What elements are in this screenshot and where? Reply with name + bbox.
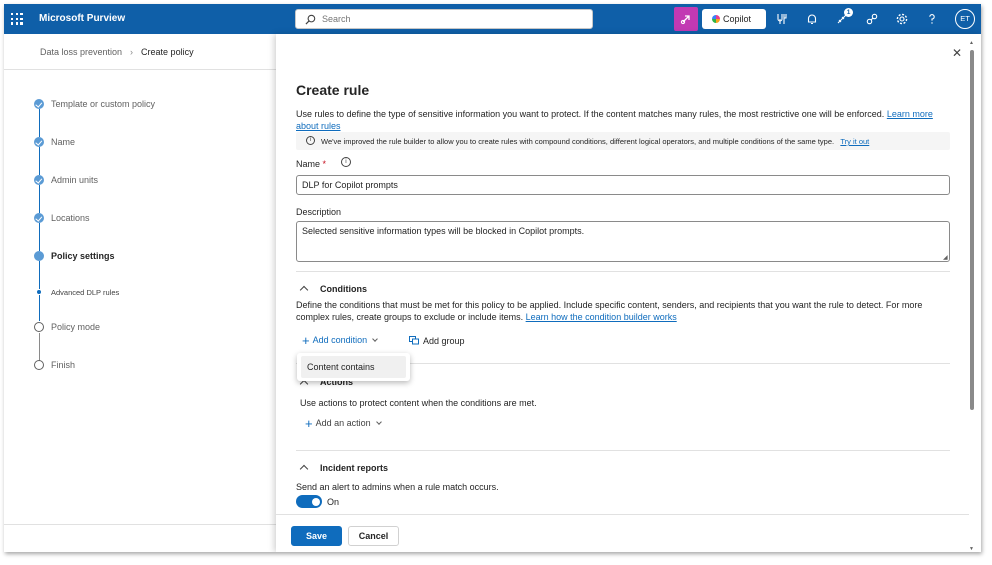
divider [4, 524, 276, 525]
add-condition-menu: Content contains [297, 353, 410, 381]
cancel-button[interactable]: Cancel [348, 526, 399, 546]
divider [296, 450, 950, 451]
info-message: We've improved the rule builder to allow… [321, 137, 869, 146]
add-action-button[interactable]: + Add an action [305, 416, 382, 431]
breadcrumb: Data loss prevention › Create policy [40, 47, 194, 57]
top-bar: Microsoft Purview Copilot 1 ET [4, 4, 981, 34]
learning-icon[interactable] [775, 12, 789, 26]
step-finish: Finish [51, 360, 76, 370]
info-banner: i We've improved the rule builder to all… [296, 132, 950, 150]
copilot-activity-button[interactable] [674, 7, 698, 31]
conditions-description: Define the conditions that must be met f… [296, 300, 946, 323]
step-locations[interactable]: Locations [51, 213, 90, 223]
info-message-text: We've improved the rule builder to allow… [321, 137, 835, 146]
app-window: Microsoft Purview Copilot 1 ET Data loss… [4, 4, 981, 552]
app-name[interactable]: Microsoft Purview [39, 13, 125, 24]
chevron-down-icon [372, 336, 378, 342]
step-policy-settings[interactable]: Policy settings [51, 251, 115, 261]
sparkle-icon [680, 15, 690, 25]
resize-handle-icon[interactable]: ◢ [943, 254, 948, 261]
search-icon [305, 14, 316, 25]
step-connector [38, 223, 40, 251]
step-admin-units[interactable]: Admin units [51, 175, 98, 185]
step-connector [38, 109, 40, 137]
help-icon[interactable] [925, 12, 939, 26]
substep-dot-icon [37, 290, 41, 294]
substep-advanced-dlp-rules[interactable]: Advanced DLP rules [51, 288, 119, 297]
chevron-up-icon[interactable] [299, 464, 309, 474]
chevron-up-icon[interactable] [299, 285, 309, 295]
divider [276, 514, 969, 515]
breadcrumb-parent[interactable]: Data loss prevention [40, 47, 122, 57]
bell-icon[interactable] [805, 12, 819, 26]
alert-toggle[interactable] [296, 495, 322, 508]
create-rule-panel: ✕ ▲ ▼ Create rule Use rules to define th… [276, 34, 981, 552]
breadcrumb-current: Create policy [141, 47, 194, 57]
close-icon[interactable]: ✕ [952, 46, 962, 60]
scroll-up-icon[interactable]: ▲ [969, 40, 974, 46]
copilot-button[interactable]: Copilot [702, 9, 766, 29]
search-box[interactable] [295, 9, 593, 29]
step-current-icon [34, 251, 44, 261]
add-condition-label: Add condition [312, 335, 368, 345]
step-pending-icon [34, 360, 44, 370]
group-icon [409, 336, 419, 345]
save-button[interactable]: Save [291, 526, 342, 546]
scroll-down-icon[interactable]: ▼ [969, 546, 974, 552]
step-policy-mode: Policy mode [51, 322, 101, 332]
scrollbar-thumb[interactable] [970, 50, 974, 410]
intro-description: Use rules to define the type of sensitiv… [296, 109, 885, 119]
app-launcher-icon[interactable] [11, 13, 23, 25]
add-condition-button[interactable]: + Add condition [302, 333, 378, 348]
toggle-label: On [327, 497, 340, 507]
step-complete-icon [34, 99, 44, 109]
add-action-label: Add an action [315, 418, 371, 428]
step-complete-icon [34, 137, 44, 147]
condition-builder-link[interactable]: Learn how the condition builder works [526, 312, 677, 322]
chevron-up-icon[interactable] [299, 379, 309, 389]
name-label: Name * [296, 159, 326, 169]
connections-icon[interactable] [865, 12, 879, 26]
step-connector [38, 147, 40, 175]
gear-icon[interactable] [895, 12, 909, 26]
chevron-right-icon: › [130, 47, 134, 57]
step-complete-icon [34, 213, 44, 223]
step-connector [38, 333, 40, 361]
actions-description: Use actions to protect content when the … [300, 398, 537, 408]
incident-reports-heading[interactable]: Incident reports [320, 463, 388, 473]
notification-badge: 1 [844, 8, 853, 17]
step-template[interactable]: Template or custom policy [51, 99, 155, 109]
description-textarea[interactable]: Selected sensitive information types wil… [296, 221, 950, 262]
add-group-button[interactable]: Add group [409, 336, 465, 346]
name-label-text: Name [296, 159, 321, 169]
step-connector [38, 185, 40, 213]
divider [4, 69, 276, 70]
conditions-heading[interactable]: Conditions [320, 284, 367, 294]
plus-icon: + [302, 333, 310, 348]
chevron-down-icon [375, 419, 382, 425]
name-input[interactable] [296, 175, 950, 195]
plus-icon: + [305, 416, 313, 431]
menu-item-content-contains[interactable]: Content contains [301, 356, 406, 378]
description-label: Description [296, 207, 342, 217]
avatar[interactable]: ET [955, 9, 975, 29]
add-group-label: Add group [423, 336, 465, 346]
try-it-out-link[interactable]: Try it out [840, 137, 869, 146]
info-icon: i [306, 136, 315, 145]
incident-reports-description: Send an alert to admins when a rule matc… [296, 482, 499, 492]
panel-title: Create rule [296, 82, 370, 98]
required-marker: * [322, 159, 327, 169]
step-connector [38, 261, 40, 289]
step-name[interactable]: Name [51, 137, 75, 147]
step-complete-icon [34, 175, 44, 185]
scrollbar[interactable]: ▲ ▼ [969, 40, 975, 552]
step-pending-icon [34, 322, 44, 332]
copilot-label: Copilot [723, 14, 752, 24]
intro-text: Use rules to define the type of sensitiv… [296, 109, 936, 132]
divider [296, 271, 950, 272]
info-icon[interactable]: i [341, 157, 351, 167]
step-connector [38, 295, 40, 321]
copilot-logo-icon [712, 15, 720, 23]
search-input[interactable] [322, 12, 582, 26]
